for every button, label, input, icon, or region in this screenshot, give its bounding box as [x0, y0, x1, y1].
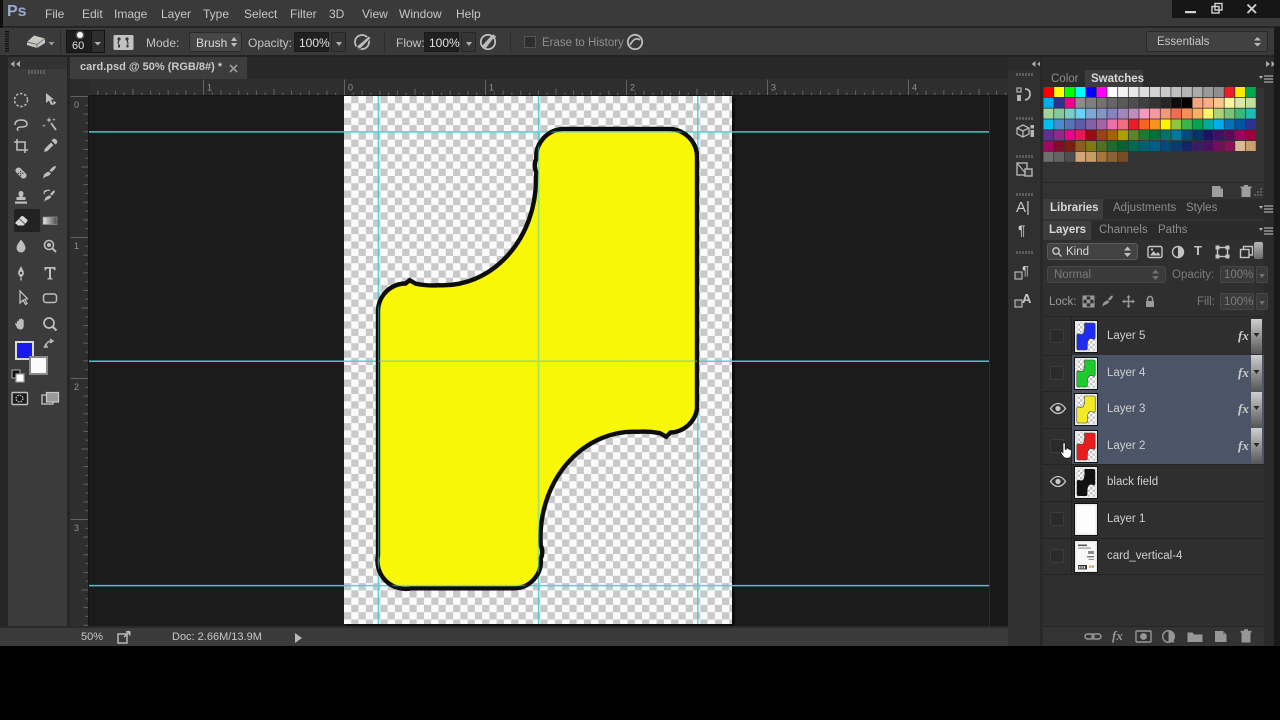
svg-text:3: 3 — [74, 523, 79, 533]
svg-text:1: 1 — [207, 83, 212, 93]
svg-text:0: 0 — [74, 100, 79, 110]
svg-text:2: 2 — [630, 83, 635, 93]
svg-text:4: 4 — [912, 83, 917, 93]
svg-text:0: 0 — [348, 83, 353, 93]
svg-text:1: 1 — [489, 83, 494, 93]
svg-text:1: 1 — [74, 241, 79, 251]
svg-text:3: 3 — [771, 83, 776, 93]
svg-text:2: 2 — [74, 382, 79, 392]
